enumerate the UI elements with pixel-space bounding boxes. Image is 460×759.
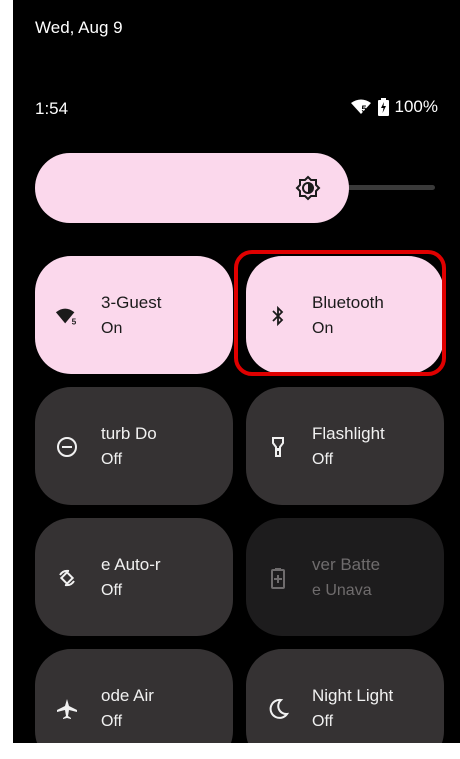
tile-label: ode Air <box>101 686 154 705</box>
tile-bluetooth[interactable]: Bluetooth On <box>246 256 444 374</box>
tile-status: On <box>312 320 334 337</box>
tile-status: Off <box>101 582 123 599</box>
auto-rotate-icon <box>55 566 79 590</box>
tile-status: Off <box>101 451 123 468</box>
battery-icon <box>377 98 389 116</box>
clock-text: 1:54 <box>35 99 69 118</box>
brightness-slider[interactable] <box>35 153 435 223</box>
tile-auto-rotate[interactable]: e Auto-r Off <box>35 518 233 636</box>
wifi-status-icon: 5 <box>350 99 372 115</box>
tile-label: ver Batte <box>312 555 381 574</box>
tile-label: 3-Guest <box>101 293 162 312</box>
quick-settings-panel: Wed, Aug 9 1:54 5 100% 5 3-Guest On Blue… <box>13 0 460 743</box>
battery-percent: 100% <box>394 97 438 116</box>
tile-status: Off <box>101 713 123 730</box>
wifi-badge: 5 <box>361 104 367 114</box>
date-text: Wed, Aug 9 <box>35 18 123 37</box>
status-bar: 5 100% <box>350 97 438 117</box>
airplane-icon <box>55 697 79 721</box>
tile-status: e Unava <box>312 582 372 599</box>
tile-status: On <box>101 320 123 337</box>
bluetooth-icon <box>266 304 290 328</box>
tile-status: Off <box>312 713 334 730</box>
tile-do-not-disturb[interactable]: turb Do Off <box>35 387 233 505</box>
tile-wifi[interactable]: 5 3-Guest On <box>35 256 233 374</box>
do-not-disturb-icon <box>55 435 79 459</box>
brightness-icon <box>295 175 321 201</box>
tile-label: turb Do <box>101 424 157 443</box>
tile-night-light[interactable]: Night Light Off <box>246 649 444 743</box>
tile-airplane-mode[interactable]: ode Air Off <box>35 649 233 743</box>
brightness-track <box>335 185 435 190</box>
svg-text:5: 5 <box>72 316 77 326</box>
tile-label: Bluetooth <box>312 293 384 312</box>
tile-battery-saver[interactable]: ver Batte e Unava <box>246 518 444 636</box>
flashlight-icon <box>266 435 290 459</box>
tile-flashlight[interactable]: Flashlight Off <box>246 387 444 505</box>
wifi-icon: 5 <box>55 304 79 328</box>
tile-label: e Auto-r <box>101 555 161 574</box>
battery-saver-icon <box>266 566 290 590</box>
tile-label: Night Light <box>312 686 394 705</box>
tile-status: Off <box>312 451 334 468</box>
tile-label: Flashlight <box>312 424 385 443</box>
night-light-icon <box>266 697 290 721</box>
